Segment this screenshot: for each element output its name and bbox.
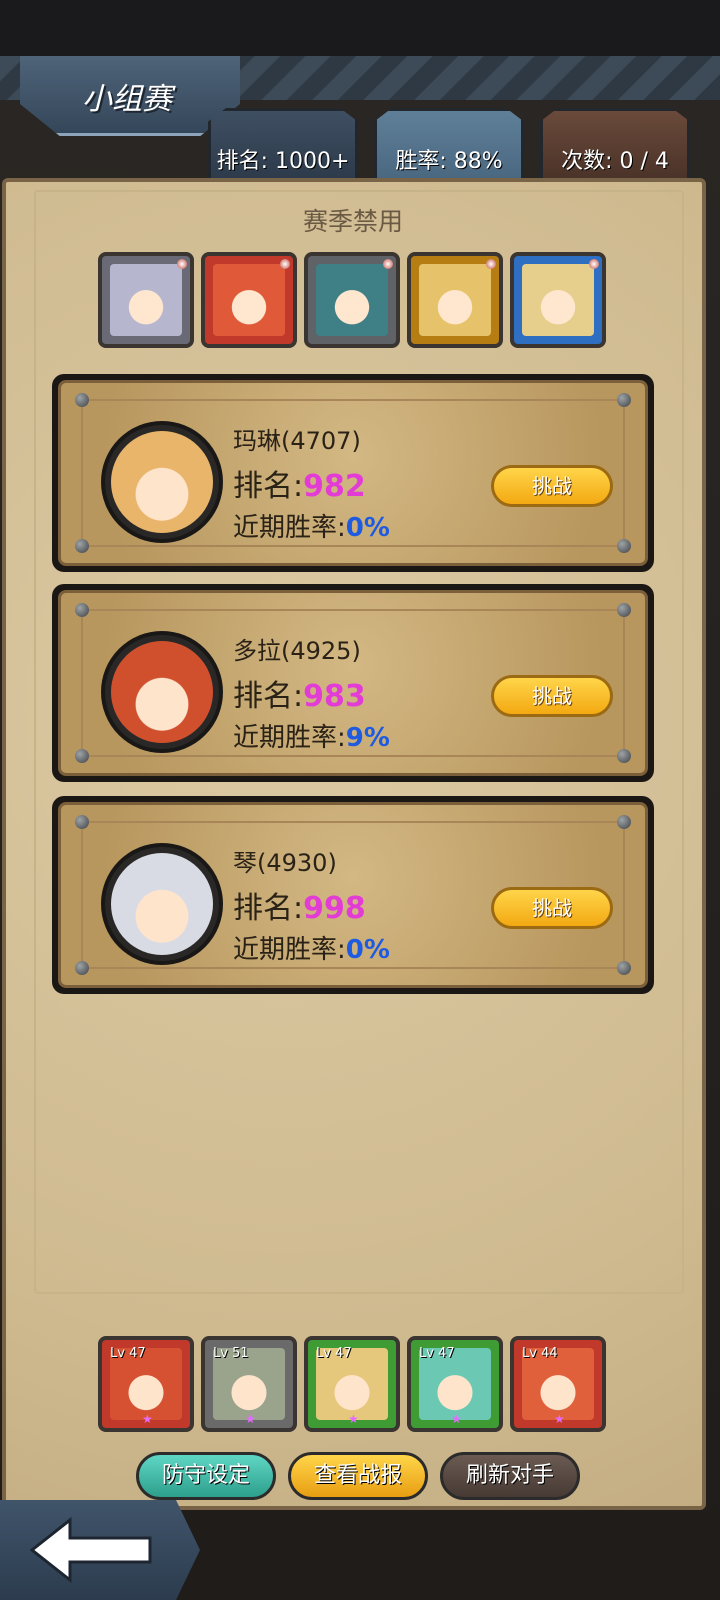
gem-icon [280, 259, 290, 269]
rivet-icon [75, 603, 89, 617]
hero-portrait [213, 264, 285, 336]
opponent-avatar [101, 843, 223, 965]
banned-hero-5 [510, 252, 606, 348]
banned-hero-4 [407, 252, 503, 348]
star-icon: ★ [142, 1412, 153, 1426]
defense-setup-button[interactable]: 防守设定 [136, 1452, 276, 1500]
opponent-rank: 排名:983 [233, 671, 366, 715]
team-hero-slot[interactable]: Lv 47 ★ [98, 1336, 194, 1432]
gem-icon [589, 259, 599, 269]
opponent-name: 琴(4930) [233, 849, 337, 877]
win-rate-value: 0% [345, 935, 390, 965]
rank-value: 982 [303, 469, 366, 504]
avatar-portrait [111, 853, 213, 955]
rank-value: 998 [303, 891, 366, 926]
rivet-icon [75, 749, 89, 763]
opponent-card-body: 玛琳(4707) 排名:982 近期胜率:0% 挑战 [58, 380, 648, 566]
rank-stat-label: 排名: 1000+ [216, 149, 350, 174]
hero-portrait [522, 264, 594, 336]
gem-icon [383, 259, 393, 269]
avatar-portrait [111, 431, 213, 533]
banned-hero-1 [98, 252, 194, 348]
season-ban-title: 赛季禁用 [302, 207, 403, 236]
win-rate-value: 9% [345, 723, 390, 753]
refresh-opponents-button[interactable]: 刷新对手 [440, 1452, 580, 1500]
banned-hero-2 [201, 252, 297, 348]
win-rate-label: 近期胜率: [233, 935, 346, 965]
rank-label: 排名: [233, 679, 304, 714]
win-rate-label: 近期胜率: [233, 723, 346, 753]
hero-portrait [316, 264, 388, 336]
rank-label: 排名: [233, 891, 304, 926]
team-hero-slot[interactable]: Lv 44 ★ [510, 1336, 606, 1432]
opponent-win-rate: 近期胜率:0% [233, 929, 390, 966]
hero-portrait [110, 264, 182, 336]
opponent-name: 玛琳(4707) [233, 427, 361, 455]
status-bar [0, 0, 720, 56]
challenge-button[interactable]: 挑战 [491, 465, 613, 507]
hero-level: Lv 47 [110, 1346, 146, 1361]
avatar-portrait [111, 641, 213, 743]
opponent-win-rate: 近期胜率:9% [233, 717, 390, 754]
rank-stat-tab: 排名: 1000+ [208, 108, 358, 184]
attempts-stat-tab: 次数: 0 / 4 [540, 108, 690, 184]
banned-hero-3 [304, 252, 400, 348]
hero-level: Lv 47 [419, 1346, 455, 1361]
view-report-button[interactable]: 查看战报 [288, 1452, 428, 1500]
rivet-icon [75, 961, 89, 975]
opponent-avatar [101, 631, 223, 753]
back-arrow-icon [30, 1516, 152, 1584]
hero-portrait [419, 264, 491, 336]
gem-icon [486, 259, 496, 269]
gem-icon [177, 259, 187, 269]
rivet-icon [75, 815, 89, 829]
star-icon: ★ [348, 1412, 359, 1426]
opponent-rank: 排名:998 [233, 883, 366, 927]
team-hero-slot[interactable]: Lv 51 ★ [201, 1336, 297, 1432]
opponent-card-body: 多拉(4925) 排名:983 近期胜率:9% 挑战 [58, 590, 648, 776]
hero-level: Lv 44 [522, 1346, 558, 1361]
rivet-icon [75, 393, 89, 407]
opponent-name: 多拉(4925) [233, 637, 361, 665]
opponent-win-rate: 近期胜率:0% [233, 507, 390, 544]
opponent-card: 多拉(4925) 排名:983 近期胜率:9% 挑战 [52, 584, 654, 782]
rank-value: 983 [303, 679, 366, 714]
rivet-icon [617, 749, 631, 763]
page-title: 小组赛 [82, 82, 172, 117]
rivet-icon [617, 603, 631, 617]
win-rate-label: 近期胜率: [233, 513, 346, 543]
opponent-rank: 排名:982 [233, 461, 366, 505]
back-button[interactable] [0, 1500, 200, 1600]
team-hero-slot[interactable]: Lv 47 ★ [304, 1336, 400, 1432]
opponent-avatar [101, 421, 223, 543]
rivet-icon [617, 539, 631, 553]
opponent-card: 琴(4930) 排名:998 近期胜率:0% 挑战 [52, 796, 654, 994]
win-rate-stat-label: 胜率: 88% [395, 149, 503, 174]
challenge-button[interactable]: 挑战 [491, 887, 613, 929]
hero-level: Lv 47 [316, 1346, 352, 1361]
rivet-icon [617, 393, 631, 407]
rivet-icon [617, 961, 631, 975]
rank-label: 排名: [233, 469, 304, 504]
win-rate-stat-tab: 胜率: 88% [374, 108, 524, 184]
win-rate-value: 0% [345, 513, 390, 543]
opponent-card-body: 琴(4930) 排名:998 近期胜率:0% 挑战 [58, 802, 648, 988]
rivet-icon [617, 815, 631, 829]
star-icon: ★ [451, 1412, 462, 1426]
team-hero-slot[interactable]: Lv 47 ★ [407, 1336, 503, 1432]
star-icon: ★ [554, 1412, 565, 1426]
challenge-button[interactable]: 挑战 [491, 675, 613, 717]
hero-level: Lv 51 [213, 1346, 249, 1361]
attempts-stat-label: 次数: 0 / 4 [561, 149, 669, 174]
star-icon: ★ [245, 1412, 256, 1426]
rivet-icon [75, 539, 89, 553]
opponent-card: 玛琳(4707) 排名:982 近期胜率:0% 挑战 [52, 374, 654, 572]
